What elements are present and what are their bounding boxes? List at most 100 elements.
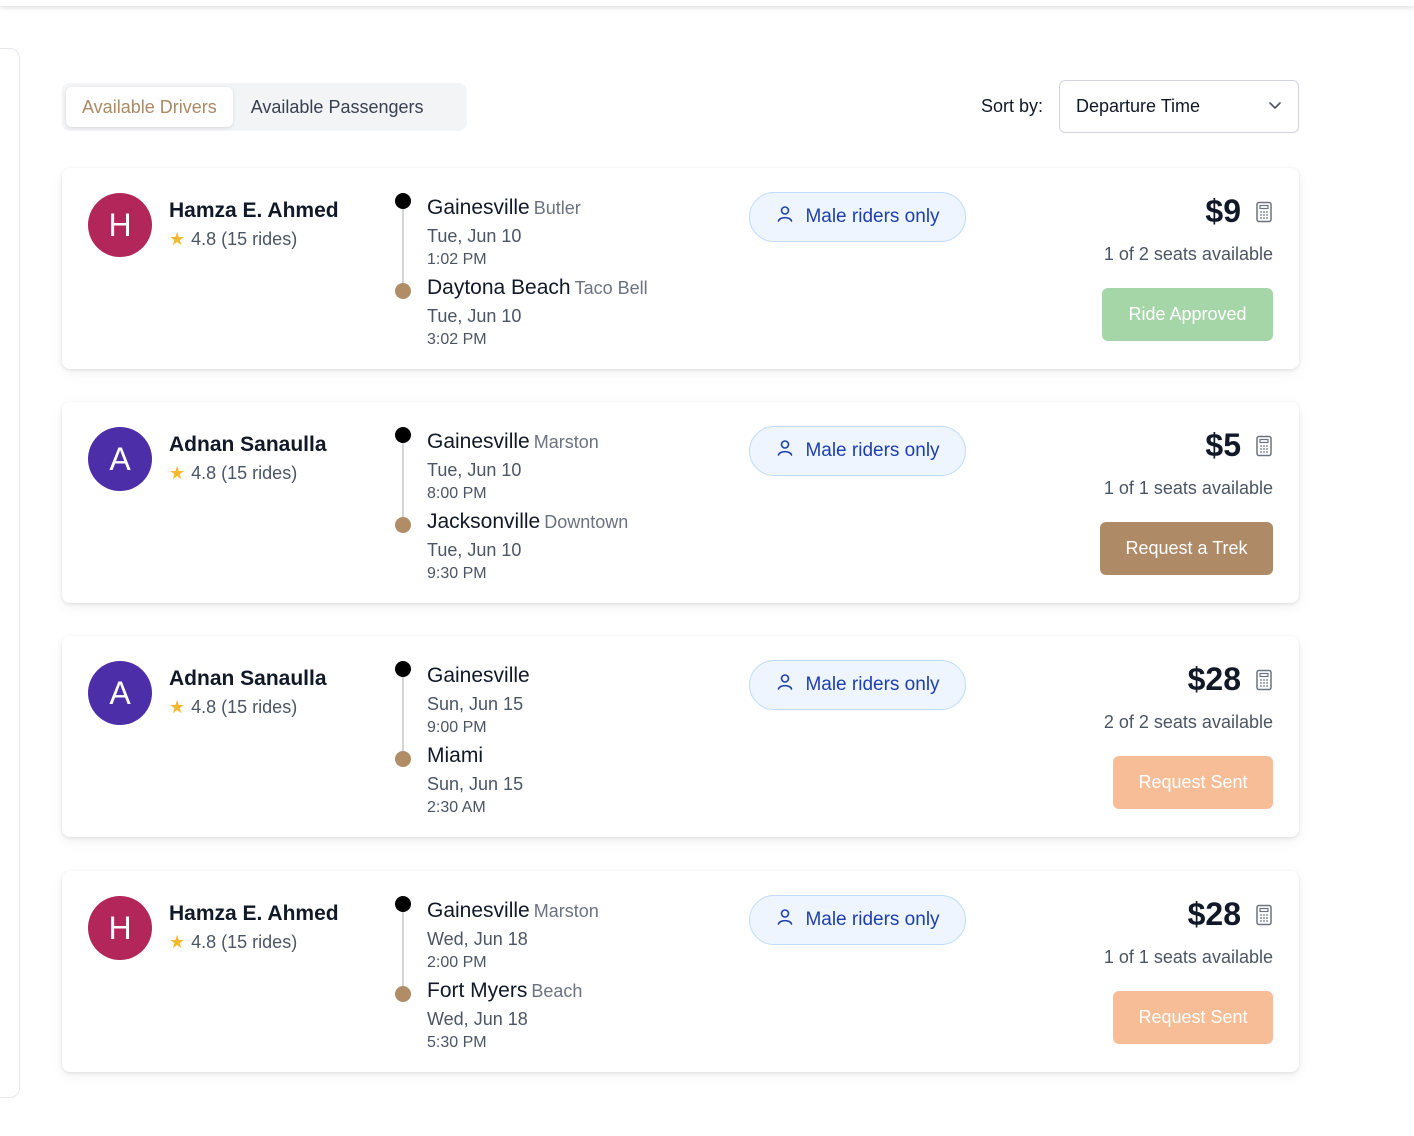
- seats-available: 2 of 2 seats available: [1103, 712, 1273, 732]
- star-icon: ★: [169, 229, 186, 249]
- destination-time: 5:30 PM: [427, 1034, 487, 1051]
- origin-date: Tue, Jun 10: [427, 460, 522, 480]
- origin-date: Tue, Jun 10: [427, 226, 522, 246]
- user-icon: [775, 438, 795, 464]
- ride-price: $28: [1187, 896, 1241, 932]
- calculator-icon[interactable]: [1255, 435, 1273, 457]
- destination-city: Daytona Beach: [427, 276, 571, 299]
- destination-area: Taco Bell: [574, 278, 648, 298]
- request-trek-button[interactable]: Request a Trek: [1100, 522, 1273, 575]
- destination-date: Sun, Jun 15: [427, 774, 524, 794]
- destination-city: Fort Myers: [427, 979, 528, 1002]
- destination-city: Miami: [427, 744, 483, 767]
- rating-text: 4.8 (15 rides): [191, 697, 298, 717]
- driver-rating: ★ 4.8 (15 rides): [169, 463, 297, 484]
- request-sent-button[interactable]: Request Sent: [1113, 991, 1273, 1044]
- origin-dot-icon: [395, 193, 411, 209]
- destination-area: Beach: [531, 981, 583, 1001]
- badge-label: Male riders only: [805, 674, 940, 695]
- origin-area: Butler: [533, 198, 581, 218]
- origin-dot-icon: [395, 661, 411, 677]
- user-icon: [775, 204, 795, 230]
- rating-text: 4.8 (15 rides): [191, 229, 298, 249]
- seats-available: 1 of 2 seats available: [1103, 244, 1273, 264]
- calculator-icon[interactable]: [1255, 201, 1273, 223]
- star-icon: ★: [169, 932, 186, 952]
- origin-stop: Gainesville Butler Tue, Jun 10 1:02 PM: [427, 196, 581, 269]
- user-icon: [775, 672, 795, 698]
- driver-rating: ★ 4.8 (15 rides): [169, 932, 297, 953]
- price-row: $28: [1188, 896, 1273, 933]
- route-line: [402, 905, 404, 995]
- destination-city: Jacksonville: [427, 510, 541, 533]
- avatar: H: [88, 193, 152, 257]
- destination-dot-icon: [395, 751, 411, 767]
- driver-rating: ★ 4.8 (15 rides): [169, 697, 297, 718]
- price-row: $5: [1205, 427, 1273, 464]
- seats-available: 1 of 1 seats available: [1103, 478, 1273, 498]
- origin-date: Wed, Jun 18: [427, 929, 528, 949]
- rider-restriction-badge: Male riders only: [749, 192, 966, 242]
- badge-label: Male riders only: [805, 909, 940, 930]
- ride-approved-button[interactable]: Ride Approved: [1102, 288, 1273, 341]
- left-panel: [0, 48, 20, 1098]
- origin-city: Gainesville: [427, 196, 530, 219]
- rating-text: 4.8 (15 rides): [191, 932, 298, 952]
- tab-available-passengers[interactable]: Available Passengers: [235, 87, 440, 127]
- tab-available-drivers[interactable]: Available Drivers: [66, 87, 233, 127]
- driver-name[interactable]: Hamza E. Ahmed: [169, 199, 339, 223]
- price-row: $9: [1205, 193, 1273, 230]
- origin-date: Sun, Jun 15: [427, 694, 524, 714]
- destination-stop: Miami Sun, Jun 15 2:30 AM: [427, 744, 523, 817]
- avatar: A: [88, 661, 152, 725]
- origin-time: 1:02 PM: [427, 251, 487, 268]
- origin-time: 2:00 PM: [427, 954, 487, 971]
- calculator-icon[interactable]: [1255, 904, 1273, 926]
- origin-time: 9:00 PM: [427, 719, 487, 736]
- avatar: A: [88, 427, 152, 491]
- chevron-down-icon: [1268, 96, 1282, 117]
- destination-time: 2:30 AM: [427, 799, 486, 816]
- destination-dot-icon: [395, 283, 411, 299]
- driver-name[interactable]: Adnan Sanaulla: [169, 433, 327, 457]
- destination-stop: Daytona Beach Taco Bell Tue, Jun 10 3:02 …: [427, 276, 648, 349]
- driver-name[interactable]: Hamza E. Ahmed: [169, 902, 339, 926]
- ride-card: A Adnan Sanaulla ★ 4.8 (15 rides) Gainesv…: [62, 402, 1299, 603]
- sort-select-value: Departure Time: [1076, 96, 1201, 116]
- destination-dot-icon: [395, 517, 411, 533]
- star-icon: ★: [169, 463, 186, 483]
- calculator-icon[interactable]: [1255, 669, 1273, 691]
- ride-price: $9: [1205, 193, 1241, 229]
- driver-rating: ★ 4.8 (15 rides): [169, 229, 297, 250]
- origin-time: 8:00 PM: [427, 485, 487, 502]
- destination-dot-icon: [395, 986, 411, 1002]
- badge-label: Male riders only: [805, 440, 940, 461]
- rider-restriction-badge: Male riders only: [749, 660, 966, 710]
- origin-city: Gainesville: [427, 664, 530, 687]
- rider-restriction-badge: Male riders only: [749, 426, 966, 476]
- destination-stop: Jacksonville Downtown Tue, Jun 10 9:30 PM: [427, 510, 628, 583]
- origin-stop: Gainesville Marston Wed, Jun 18 2:00 PM: [427, 899, 599, 972]
- destination-date: Wed, Jun 18: [427, 1009, 528, 1029]
- origin-area: Marston: [533, 432, 599, 452]
- ride-card: A Adnan Sanaulla ★ 4.8 (15 rides) Gainesv…: [62, 636, 1299, 837]
- top-header-bar: [0, 0, 1414, 6]
- route-line: [402, 202, 404, 292]
- destination-time: 3:02 PM: [427, 331, 487, 348]
- destination-date: Tue, Jun 10: [427, 540, 522, 560]
- rating-text: 4.8 (15 rides): [191, 463, 298, 483]
- request-sent-button[interactable]: Request Sent: [1113, 756, 1273, 809]
- sort-select[interactable]: Departure Time: [1059, 80, 1299, 133]
- origin-dot-icon: [395, 427, 411, 443]
- origin-dot-icon: [395, 896, 411, 912]
- route-line: [402, 436, 404, 526]
- sort-label: Sort by:: [981, 96, 1044, 116]
- origin-stop: Gainesville Marston Tue, Jun 10 8:00 PM: [427, 430, 599, 503]
- rider-restriction-badge: Male riders only: [749, 895, 966, 945]
- driver-name[interactable]: Adnan Sanaulla: [169, 667, 327, 691]
- origin-stop: Gainesville Sun, Jun 15 9:00 PM: [427, 664, 534, 737]
- avatar: H: [88, 896, 152, 960]
- origin-area: Marston: [533, 901, 599, 921]
- origin-city: Gainesville: [427, 899, 530, 922]
- user-icon: [775, 907, 795, 933]
